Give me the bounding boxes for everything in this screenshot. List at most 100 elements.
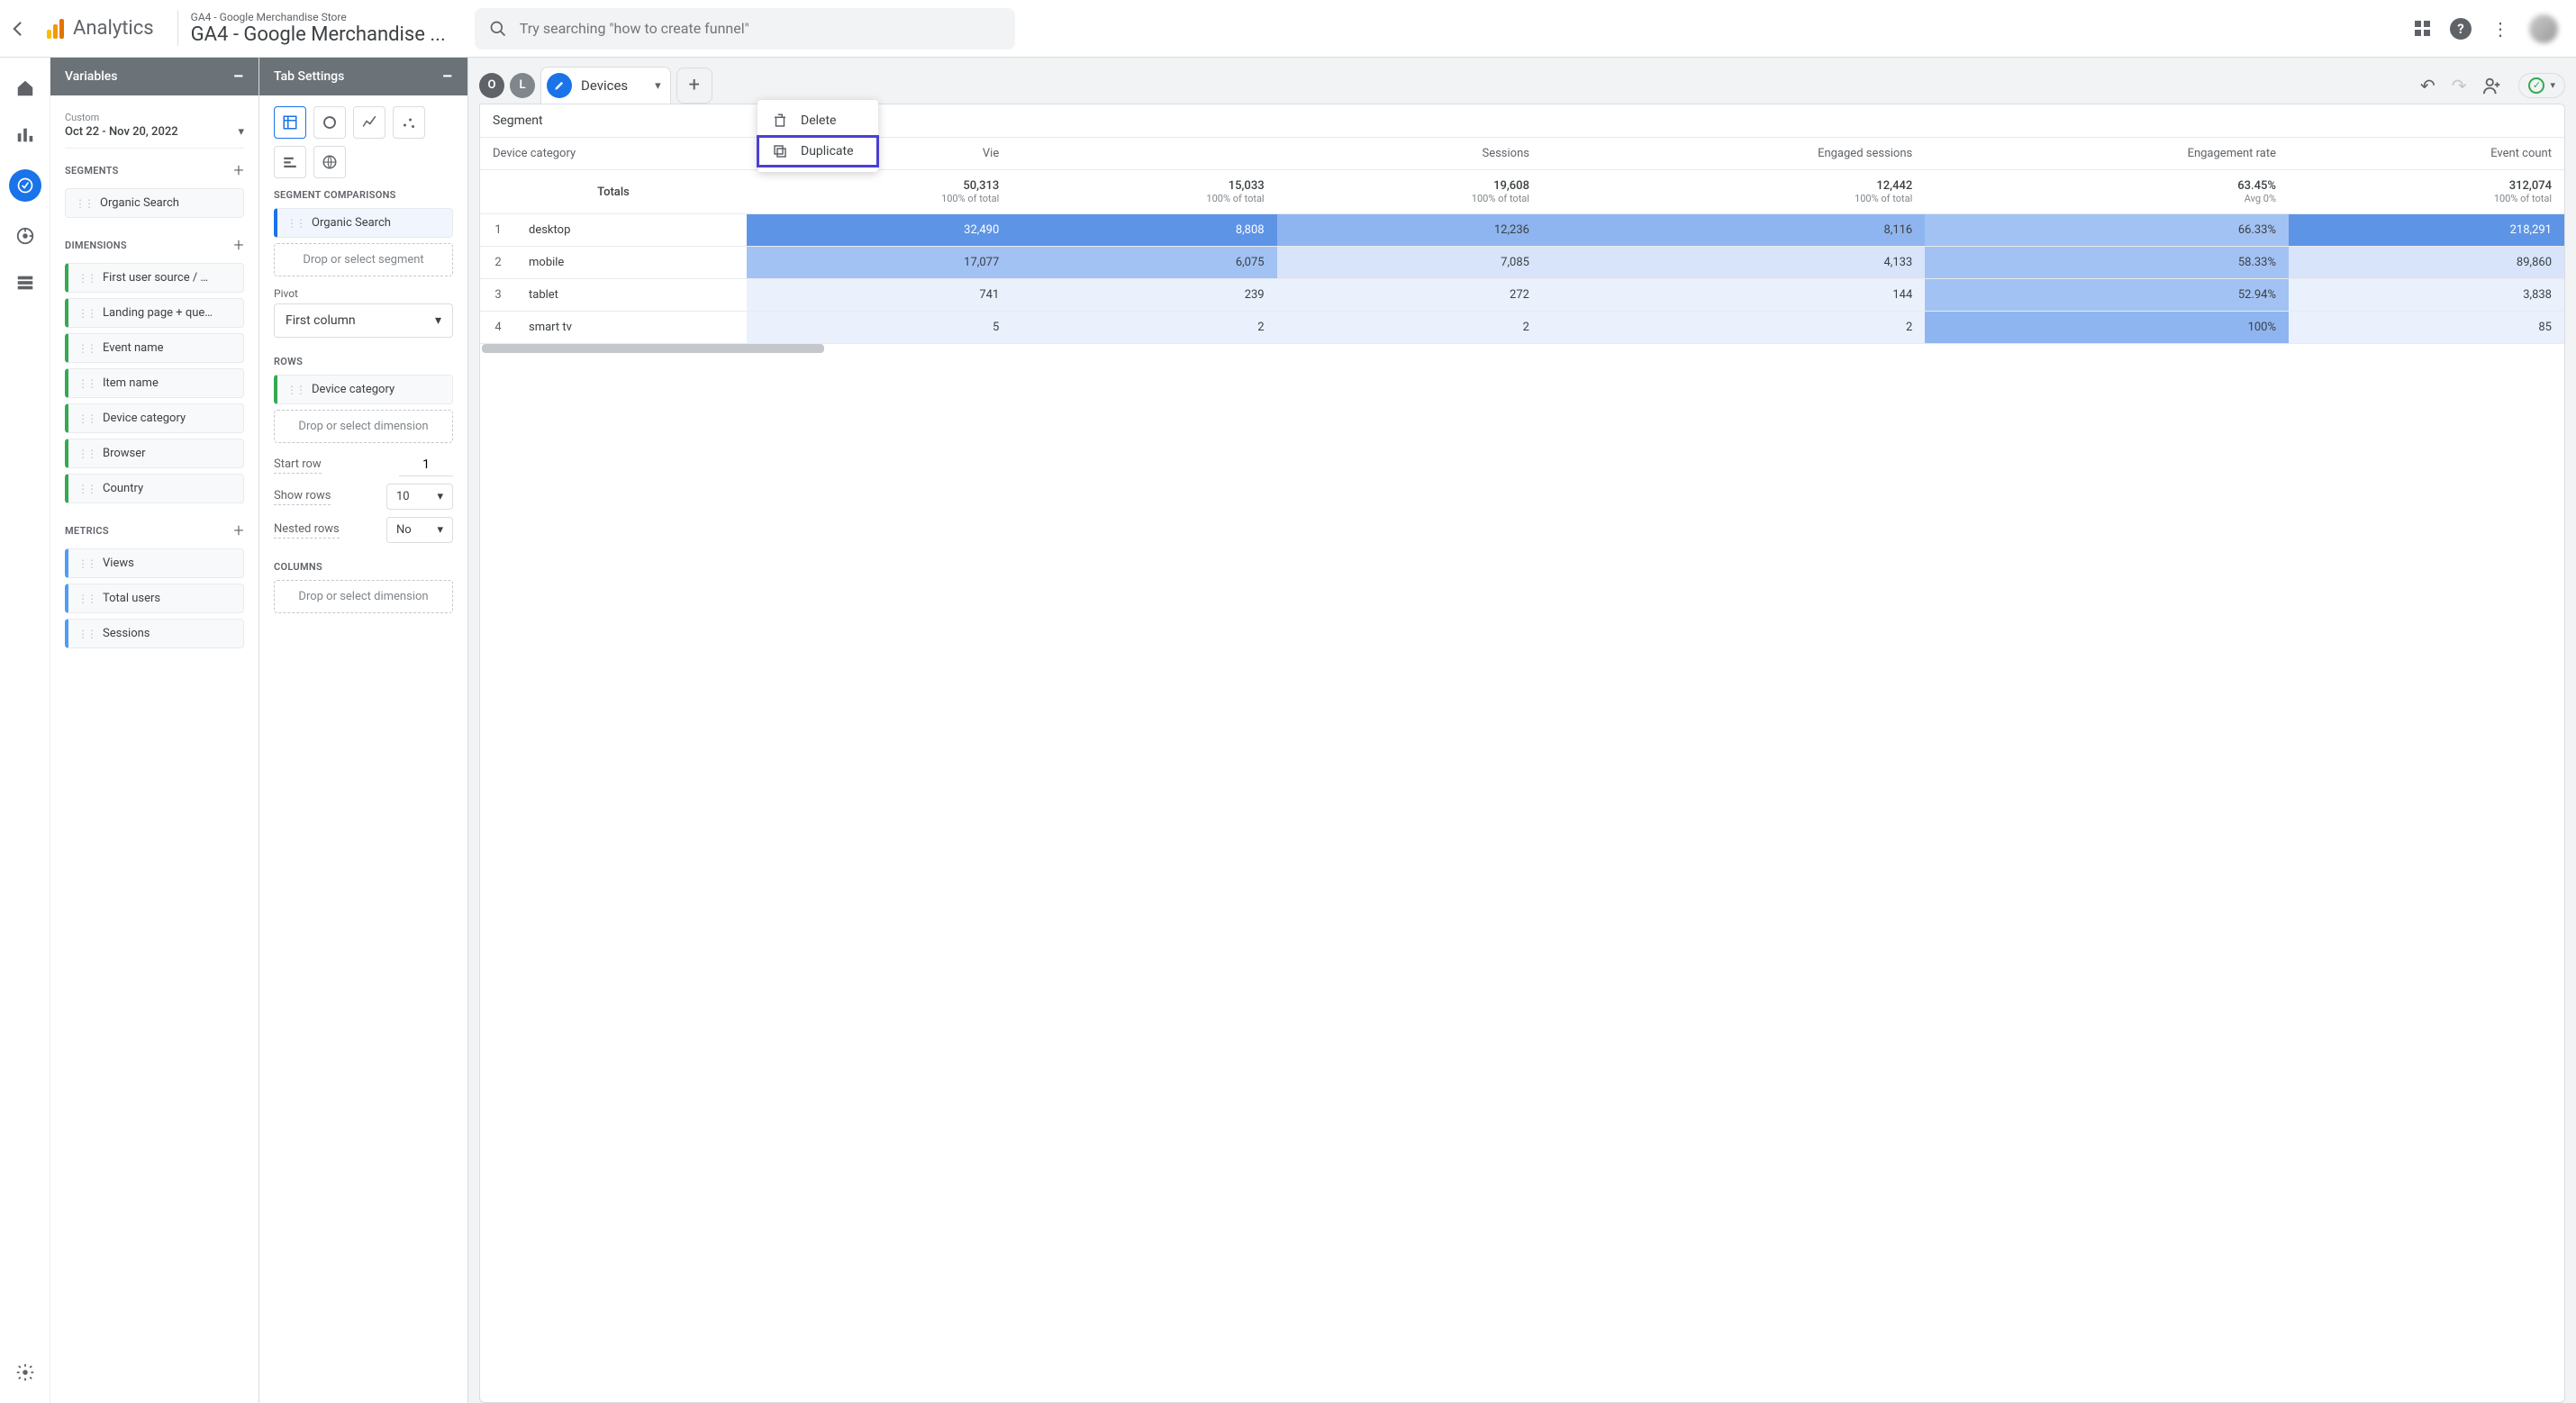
active-segment-chip[interactable]: ⋮⋮Organic Search bbox=[274, 208, 453, 238]
drag-handle-icon: ⋮⋮ bbox=[77, 412, 95, 425]
table-row[interactable]: 3 tablet 741 239 272 144 52.94% 3,838 bbox=[480, 279, 2564, 312]
dimension-chip[interactable]: ⋮⋮Landing page + que… bbox=[65, 298, 244, 328]
status-indicator[interactable]: ✓ ▾ bbox=[2518, 73, 2565, 98]
col-engagement-rate[interactable]: Engagement rate bbox=[1925, 138, 2289, 170]
dimension-chip[interactable]: ⋮⋮Event name bbox=[65, 333, 244, 363]
user-avatar[interactable] bbox=[2529, 14, 2558, 43]
nav-configure[interactable] bbox=[13, 270, 38, 295]
drag-handle-icon: ⋮⋮ bbox=[77, 557, 95, 570]
nav-explore[interactable] bbox=[9, 169, 41, 202]
tab-delete-item[interactable]: Delete bbox=[757, 105, 878, 136]
dimension-chip[interactable]: ⋮⋮First user source / … bbox=[65, 263, 244, 293]
viz-geo-button[interactable] bbox=[313, 146, 346, 178]
cell: 741 bbox=[747, 279, 1011, 312]
collapse-variables[interactable]: − bbox=[233, 66, 244, 88]
cell: 52.94% bbox=[1925, 279, 2289, 312]
col-blank[interactable] bbox=[1011, 138, 1276, 170]
search-icon bbox=[489, 20, 507, 38]
viz-table-button[interactable] bbox=[274, 106, 306, 139]
drag-handle-icon: ⋮⋮ bbox=[77, 272, 95, 285]
nav-reports[interactable] bbox=[13, 122, 38, 148]
redo-button[interactable]: ↷ bbox=[2452, 75, 2467, 96]
undo-button[interactable]: ↶ bbox=[2420, 75, 2435, 96]
start-row-input[interactable] bbox=[399, 454, 453, 476]
nav-rail bbox=[0, 58, 50, 1403]
viz-line-button[interactable] bbox=[353, 106, 385, 139]
add-dimension-button[interactable]: + bbox=[233, 234, 244, 256]
help-icon[interactable]: ? bbox=[2450, 18, 2472, 40]
active-tab[interactable]: Devices ▾ Delete Duplicate bbox=[540, 67, 671, 104]
horizontal-scrollbar[interactable] bbox=[482, 344, 824, 353]
back-button[interactable] bbox=[7, 18, 29, 40]
metric-chip[interactable]: ⋮⋮Views bbox=[65, 548, 244, 578]
dimension-chip[interactable]: ⋮⋮Device category bbox=[65, 403, 244, 433]
add-metric-button[interactable]: + bbox=[233, 520, 244, 541]
dimension-chip-label: Country bbox=[103, 482, 143, 495]
column-drop-zone[interactable]: Drop or select dimension bbox=[274, 580, 453, 613]
search-input[interactable] bbox=[520, 20, 1001, 37]
table-row[interactable]: 2 mobile 17,077 6,075 7,085 4,133 58.33%… bbox=[480, 247, 2564, 279]
viz-bar-button[interactable] bbox=[274, 146, 306, 178]
cell: 144 bbox=[1542, 279, 1925, 312]
cell-total-events: 312,074100% of total bbox=[2289, 170, 2564, 214]
drag-handle-icon: ⋮⋮ bbox=[77, 377, 95, 390]
row-drop-zone[interactable]: Drop or select dimension bbox=[274, 410, 453, 443]
tab-badge-o[interactable]: O bbox=[479, 73, 504, 98]
search-bar[interactable] bbox=[475, 8, 1015, 50]
nested-rows-select[interactable]: No ▾ bbox=[386, 517, 453, 543]
property-name: GA4 - Google Merchandise ... bbox=[191, 23, 446, 46]
cell: 7,085 bbox=[1277, 247, 1542, 279]
metric-chip[interactable]: ⋮⋮Total users bbox=[65, 584, 244, 613]
date-range-label: Custom bbox=[65, 112, 244, 123]
add-tab-button[interactable]: + bbox=[676, 68, 712, 104]
row-dimension-chip[interactable]: ⋮⋮Device category bbox=[274, 375, 453, 404]
cell: 58.33% bbox=[1925, 247, 2289, 279]
property-selector[interactable]: GA4 - Google Merchandise Store GA4 - Goo… bbox=[177, 11, 446, 46]
segment-drop-zone[interactable]: Drop or select segment bbox=[274, 243, 453, 276]
dimension-chip[interactable]: ⋮⋮Item name bbox=[65, 368, 244, 398]
date-range-picker[interactable]: Custom Oct 22 - Nov 20, 2022▾ bbox=[65, 106, 244, 149]
show-rows-select[interactable]: 10▾ bbox=[386, 484, 453, 510]
drag-handle-icon: ⋮⋮ bbox=[77, 593, 95, 605]
viz-donut-button[interactable] bbox=[313, 106, 346, 139]
check-icon: ✓ bbox=[2528, 77, 2544, 94]
delete-label: Delete bbox=[801, 113, 836, 128]
nav-home[interactable] bbox=[13, 76, 38, 101]
col-event-count[interactable]: Event count bbox=[2289, 138, 2564, 170]
cell: 4,133 bbox=[1542, 247, 1925, 279]
dimension-chip[interactable]: ⋮⋮Country bbox=[65, 474, 244, 503]
segment-chip[interactable]: ⋮⋮Organic Search bbox=[65, 188, 244, 218]
nested-rows-value: No bbox=[396, 523, 412, 537]
chevron-down-icon: ▾ bbox=[2550, 79, 2555, 91]
chevron-down-icon: ▾ bbox=[437, 523, 443, 537]
col-engaged-sessions[interactable]: Engaged sessions bbox=[1542, 138, 1925, 170]
col-device-category[interactable]: Device category bbox=[480, 138, 747, 170]
more-menu-icon[interactable]: ⋮ bbox=[2491, 18, 2509, 40]
table-row[interactable]: 1 desktop 32,490 8,808 12,236 8,116 66.3… bbox=[480, 214, 2564, 247]
col-sessions[interactable]: Sessions bbox=[1277, 138, 1542, 170]
tab-duplicate-item[interactable]: Duplicate bbox=[757, 136, 878, 167]
table-row[interactable]: 4 smart tv 5 2 2 2 100% 85 bbox=[480, 312, 2564, 344]
show-rows-label: Show rows bbox=[274, 489, 331, 505]
add-segment-button[interactable]: + bbox=[233, 159, 244, 181]
tab-badge-l[interactable]: L bbox=[510, 73, 535, 98]
nav-advertising[interactable] bbox=[13, 223, 38, 249]
edit-tab-icon[interactable] bbox=[547, 73, 572, 98]
row-category: mobile bbox=[516, 247, 747, 279]
row-index: 1 bbox=[480, 214, 516, 247]
share-button[interactable] bbox=[2482, 76, 2502, 95]
collapse-tab-settings[interactable]: − bbox=[442, 66, 453, 88]
nav-admin[interactable] bbox=[13, 1360, 38, 1385]
drag-handle-icon: ⋮⋮ bbox=[286, 217, 304, 230]
cell-total-rate: 63.45%Avg 0% bbox=[1925, 170, 2289, 214]
tab-menu-caret[interactable]: ▾ bbox=[655, 79, 661, 93]
metrics-heading: METRICS bbox=[65, 525, 109, 537]
totals-label: Totals bbox=[480, 170, 747, 214]
tab-settings-title: Tab Settings bbox=[274, 69, 344, 84]
viz-scatter-button[interactable] bbox=[393, 106, 425, 139]
cell: 239 bbox=[1011, 279, 1276, 312]
metric-chip[interactable]: ⋮⋮Sessions bbox=[65, 619, 244, 648]
apps-icon[interactable] bbox=[2415, 21, 2430, 36]
pivot-select[interactable]: First column▾ bbox=[274, 303, 453, 338]
dimension-chip[interactable]: ⋮⋮Browser bbox=[65, 439, 244, 468]
